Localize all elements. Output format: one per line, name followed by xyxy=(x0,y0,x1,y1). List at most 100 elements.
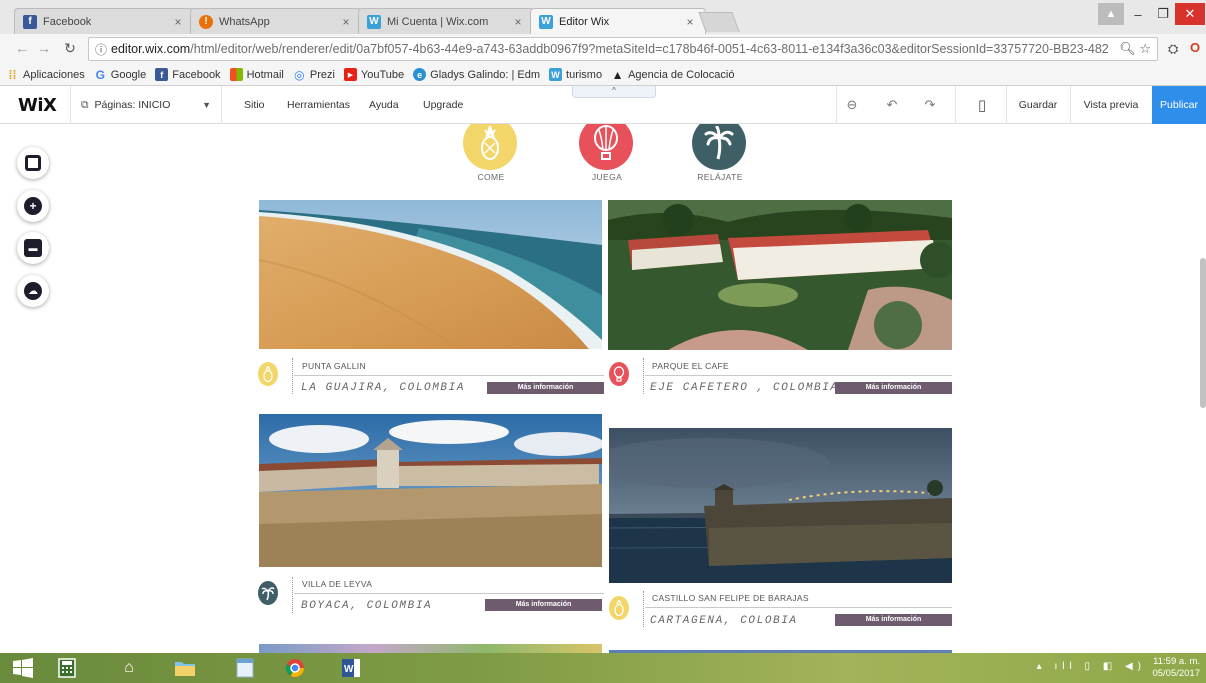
home-icon[interactable]: ⌂ xyxy=(112,655,146,681)
info-icon[interactable]: ⓘ xyxy=(95,41,107,58)
preview-button[interactable]: Vista previa xyxy=(1070,86,1152,124)
extension-icon[interactable]: ⛭ xyxy=(1168,41,1178,57)
palm-tree-icon xyxy=(258,581,278,605)
bookmark-google[interactable]: G Google xyxy=(94,67,147,82)
square-icon xyxy=(25,155,41,171)
bookmark-edmodo[interactable]: e Gladys Galindo: | Edm xyxy=(413,68,540,81)
bookmark-youtube[interactable]: ▶ YouTube xyxy=(343,68,404,81)
category-label-come: COME xyxy=(477,172,505,182)
more-info-button[interactable]: Más información xyxy=(485,599,602,611)
chrome-icon[interactable] xyxy=(278,655,312,681)
address-toolbar: ← → ↻ ⓘ editor.wix.com/html/editor/web/r… xyxy=(0,34,1206,64)
tab-whatsapp[interactable]: ! WhatsApp × xyxy=(190,8,362,34)
bookmark-hotmail[interactable]: Hotmail xyxy=(229,68,284,81)
card-region: LA GUAJIRA, COLOMBIA xyxy=(301,382,466,394)
facebook-icon: f xyxy=(155,68,169,81)
url-host: editor.wix.com xyxy=(111,42,191,56)
more-info-button[interactable]: Más información xyxy=(487,382,604,394)
folder-icon[interactable] xyxy=(168,655,202,681)
more-info-button[interactable]: Más información xyxy=(835,382,952,394)
opera-extension-icon[interactable]: O xyxy=(1190,40,1200,55)
new-tab-button[interactable] xyxy=(698,12,740,32)
windows-start-icon[interactable] xyxy=(6,655,40,681)
close-icon[interactable]: × xyxy=(339,15,353,29)
pineapple-icon xyxy=(609,596,629,620)
close-icon[interactable]: × xyxy=(683,15,697,29)
bookmark-aplicaciones[interactable]: ⁞⁞ Aplicaciones xyxy=(6,68,85,82)
app-market-button[interactable]: ▬ xyxy=(17,232,49,264)
user-profile-icon[interactable]: ▲ xyxy=(1098,3,1124,25)
tab-mi-cuenta[interactable]: W Mi Cuenta | Wix.com × xyxy=(358,8,534,34)
google-icon: G xyxy=(95,67,105,82)
photo-villa-de-leyva[interactable] xyxy=(259,414,602,567)
plus-icon: + xyxy=(24,197,42,215)
more-info-button[interactable]: Más información xyxy=(835,614,952,626)
card-region: EJE CAFETERO , COLOMBIA xyxy=(650,382,839,394)
close-icon[interactable]: × xyxy=(171,15,185,29)
url-input[interactable]: ⓘ editor.wix.com/html/editor/web/rendere… xyxy=(88,37,1158,61)
close-icon[interactable]: × xyxy=(511,15,525,29)
collapse-toolbar-tab[interactable]: ^ xyxy=(572,86,656,98)
photo-partial[interactable] xyxy=(259,644,602,653)
mobile-view-icon[interactable]: ▯ xyxy=(966,86,998,124)
divider-line xyxy=(294,593,604,594)
photo-punta-gallin[interactable] xyxy=(259,200,602,349)
menu-sitio[interactable]: Sitio xyxy=(244,86,264,124)
pages-dropdown[interactable]: ⧉ Páginas: INICIO ▼ xyxy=(70,86,222,124)
menu-upgrade[interactable]: Upgrade xyxy=(423,86,463,124)
save-button[interactable]: Guardar xyxy=(1006,86,1070,124)
window-close-icon[interactable]: ✕ xyxy=(1175,3,1205,25)
zoom-star-icons[interactable]: 🔍︎ ☆ xyxy=(1115,41,1151,57)
tab-editor-wix[interactable]: W Editor Wix × xyxy=(530,8,706,34)
card-place-title: PUNTA GALLIN xyxy=(302,361,366,371)
divider-line xyxy=(645,607,952,608)
url-path: /html/editor/web/renderer/edit/0a7bf057-… xyxy=(190,42,1109,56)
back-icon[interactable]: ← xyxy=(12,40,32,56)
category-label-juega: JUEGA xyxy=(591,172,623,182)
wix-logo: WiX xyxy=(18,95,57,116)
zoom-icon[interactable]: ⊖ xyxy=(836,86,868,124)
upload-button[interactable]: ☁ xyxy=(17,275,49,307)
word-icon[interactable]: W xyxy=(334,655,368,681)
photo-parque-el-cafe[interactable] xyxy=(608,200,952,350)
system-clock[interactable]: 11:59 a. m. 05/05/2017 xyxy=(1152,656,1200,680)
agency-logo-icon: ▲ xyxy=(611,67,624,82)
bookmark-turismo[interactable]: Wturismo xyxy=(549,68,602,81)
clock-time: 11:59 a. m. xyxy=(1153,656,1200,667)
pineapple-icon[interactable] xyxy=(463,124,517,170)
restore-icon[interactable]: ❐ xyxy=(1150,3,1176,25)
photo-castillo-san-felipe[interactable] xyxy=(609,428,952,583)
page-scrollbar[interactable] xyxy=(1200,258,1206,408)
tab-label: WhatsApp xyxy=(219,15,270,28)
menu-ayuda[interactable]: Ayuda xyxy=(369,86,399,124)
pages-label: Páginas: INICIO xyxy=(94,99,171,111)
menu-herramientas[interactable]: Herramientas xyxy=(287,86,350,124)
tab-facebook[interactable]: f Facebook × xyxy=(14,8,194,34)
notepad-icon[interactable] xyxy=(228,655,262,681)
editor-canvas[interactable]: + ▬ ☁ COME JUEGA RELÁJATE PUNTA GALLIN L… xyxy=(0,124,1206,653)
background-tool-button[interactable] xyxy=(17,147,49,179)
tab-label: Mi Cuenta | Wix.com xyxy=(387,15,489,28)
facebook-icon: f xyxy=(23,14,37,29)
minimize-icon[interactable]: – xyxy=(1125,3,1151,25)
calculator-icon[interactable] xyxy=(50,655,84,681)
pages-icon: ⧉ xyxy=(81,98,89,111)
whatsapp-alert-icon: ! xyxy=(199,14,213,29)
redo-icon[interactable]: ↷ xyxy=(914,86,946,124)
forward-icon[interactable]: → xyxy=(34,40,54,56)
system-tray-icons[interactable]: ▴ ıll ▯ ◧ ◀) xyxy=(1037,661,1146,672)
bookmark-agencia[interactable]: ▲ Agencia de Colocació xyxy=(611,67,735,82)
bookmark-prezi[interactable]: ◎ Prezi xyxy=(293,67,335,82)
card-region: BOYACA, COLOMBIA xyxy=(301,600,433,612)
add-element-button[interactable]: + xyxy=(17,190,49,222)
hot-air-balloon-icon[interactable] xyxy=(579,124,633,170)
wix-editor-topbar: WiX ⧉ Páginas: INICIO ▼ Sitio Herramient… xyxy=(0,86,1206,124)
undo-icon[interactable]: ↶ xyxy=(876,86,908,124)
prezi-icon: ◎ xyxy=(294,67,305,82)
bookmark-facebook[interactable]: f Facebook xyxy=(155,68,221,81)
publish-button[interactable]: Publicar xyxy=(1152,86,1206,124)
reload-icon[interactable]: ↻ xyxy=(60,40,80,57)
store-icon: ▬ xyxy=(24,239,42,257)
palm-tree-icon[interactable] xyxy=(692,124,746,170)
card-region: CARTAGENA, COLOBIA xyxy=(650,615,798,627)
